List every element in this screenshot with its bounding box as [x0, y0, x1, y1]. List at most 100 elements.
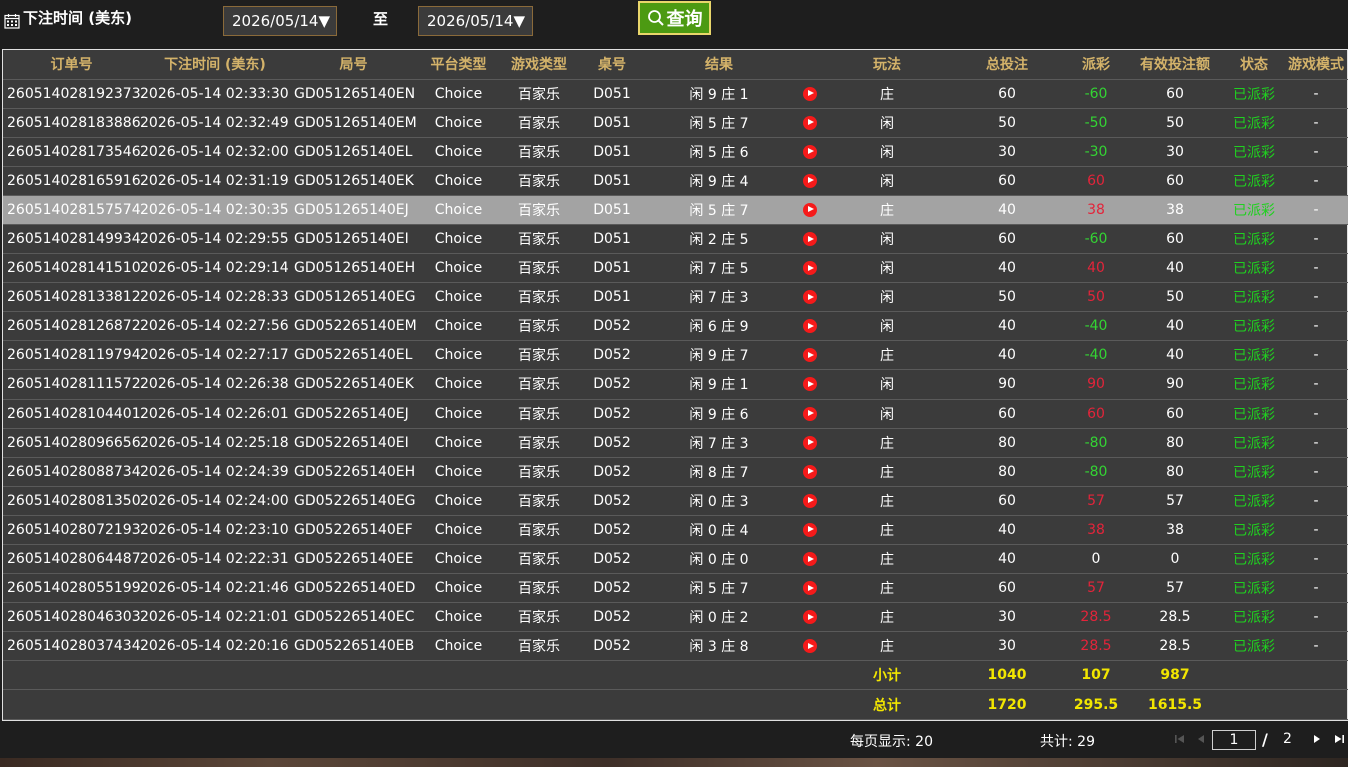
platform-cell: Choice: [417, 457, 500, 487]
bet-type-cell: 庄: [827, 573, 947, 604]
bet-type-cell: 庄: [827, 340, 947, 371]
page-number-input[interactable]: [1212, 730, 1256, 750]
table-row[interactable]: 260514028119794 2026-05-14 02:27:17 GD0522…: [3, 340, 1348, 371]
play-replay-icon[interactable]: [802, 144, 817, 159]
table-row[interactable]: 260514028096656 2026-05-14 02:25:18 GD0522…: [3, 428, 1348, 458]
empty-cell: [646, 660, 792, 691]
table-row[interactable]: 260514028055199 2026-05-14 02:21:46 GD0522…: [3, 573, 1348, 604]
play-replay-icon[interactable]: [802, 261, 817, 276]
play-replay-icon[interactable]: [802, 86, 817, 101]
first-page-icon[interactable]: [1174, 733, 1186, 745]
play-replay-icon[interactable]: [802, 377, 817, 392]
table-row[interactable]: 260514028133812 2026-05-14 02:28:33 GD0512…: [3, 282, 1348, 313]
table-id-cell: D051: [578, 166, 646, 196]
play-replay-icon[interactable]: [802, 232, 817, 247]
result-cell: 闲 0 庄 2: [646, 602, 792, 633]
play-replay-icon[interactable]: [802, 202, 817, 217]
total-bet-cell: 50: [947, 282, 1067, 313]
result-cell: 闲 9 庄 1: [646, 369, 792, 400]
summary-valid-bet: 987: [1125, 660, 1225, 691]
bet-type-cell: 闲: [827, 311, 947, 342]
play-replay-icon[interactable]: [802, 639, 817, 654]
play-replay-icon[interactable]: [802, 552, 817, 567]
bet-time-cell: 2026-05-14 02:27:56: [140, 311, 290, 342]
status-cell: 已派彩: [1225, 195, 1283, 225]
table-row[interactable]: 260514028088734 2026-05-14 02:24:39 GD0522…: [3, 457, 1348, 487]
table-id-cell: D052: [578, 486, 646, 516]
table-row[interactable]: 260514028046303 2026-05-14 02:21:01 GD0522…: [3, 602, 1348, 633]
table-row[interactable]: 260514028126872 2026-05-14 02:27:56 GD0522…: [3, 311, 1348, 342]
platform-cell: Choice: [417, 631, 500, 662]
replay-cell: [792, 282, 827, 313]
bet-time-cell: 2026-05-14 02:29:14: [140, 253, 290, 284]
empty-cell: [1283, 660, 1348, 691]
table-row[interactable]: 260514028104401 2026-05-14 02:26:01 GD0522…: [3, 399, 1348, 429]
column-header: 派彩: [1067, 50, 1125, 80]
table-row[interactable]: 260514028141510 2026-05-14 02:29:14 GD0512…: [3, 253, 1348, 284]
play-replay-icon[interactable]: [802, 581, 817, 596]
status-cell: 已派彩: [1225, 399, 1283, 429]
valid-bet-cell: 0: [1125, 544, 1225, 575]
play-replay-icon[interactable]: [802, 406, 817, 421]
table-id-cell: D052: [578, 399, 646, 429]
table-row[interactable]: 260514028037434 2026-05-14 02:20:16 GD0522…: [3, 631, 1348, 662]
play-replay-icon[interactable]: [802, 290, 817, 305]
bet-time-cell: 2026-05-14 02:32:00: [140, 137, 290, 167]
bet-type-cell: 庄: [827, 544, 947, 575]
page-size-label[interactable]: 每页显示: 20: [850, 731, 933, 751]
table-row[interactable]: 260514028192373 2026-05-14 02:33:30 GD0512…: [3, 79, 1348, 109]
next-page-icon[interactable]: [1311, 733, 1323, 745]
prev-page-icon[interactable]: [1195, 733, 1207, 745]
play-replay-icon[interactable]: [802, 435, 817, 450]
table-id-cell: D052: [578, 544, 646, 575]
result-cell: 闲 9 庄 7: [646, 340, 792, 371]
play-replay-icon[interactable]: [802, 348, 817, 363]
last-page-icon[interactable]: [1334, 733, 1346, 745]
table-id-cell: D052: [578, 428, 646, 458]
valid-bet-cell: 60: [1125, 224, 1225, 255]
query-button[interactable]: 查询: [638, 1, 711, 35]
status-cell: 已派彩: [1225, 224, 1283, 255]
valid-bet-cell: 90: [1125, 369, 1225, 400]
bet-type-cell: 闲: [827, 108, 947, 138]
bet-time-cell: 2026-05-14 02:21:01: [140, 602, 290, 633]
result-cell: 闲 8 庄 7: [646, 457, 792, 487]
platform-cell: Choice: [417, 253, 500, 284]
table-row[interactable]: 260514028157574 2026-05-14 02:30:35 GD0512…: [3, 195, 1348, 225]
table-row[interactable]: 260514028173546 2026-05-14 02:32:00 GD0512…: [3, 137, 1348, 167]
round-id-cell: GD051265140EL: [290, 137, 417, 167]
platform-cell: Choice: [417, 137, 500, 167]
table-row[interactable]: 260514028149934 2026-05-14 02:29:55 GD0512…: [3, 224, 1348, 255]
table-row[interactable]: 260514028183886 2026-05-14 02:32:49 GD0512…: [3, 108, 1348, 138]
play-replay-icon[interactable]: [802, 115, 817, 130]
platform-cell: Choice: [417, 108, 500, 138]
table-row[interactable]: 260514028111572 2026-05-14 02:26:38 GD0522…: [3, 369, 1348, 400]
table-row[interactable]: 260514028081350 2026-05-14 02:24:00 GD0522…: [3, 486, 1348, 516]
platform-cell: Choice: [417, 515, 500, 546]
total-bet-cell: 40: [947, 544, 1067, 575]
empty-cell: [417, 689, 500, 720]
play-replay-icon[interactable]: [802, 522, 817, 537]
result-cell: 闲 5 庄 7: [646, 195, 792, 225]
table-row[interactable]: 260514028072193 2026-05-14 02:23:10 GD0522…: [3, 515, 1348, 546]
total-bet-cell: 30: [947, 631, 1067, 662]
platform-cell: Choice: [417, 282, 500, 313]
play-replay-icon[interactable]: [802, 610, 817, 625]
pagination-bar: 每页显示: 20 共计: 29 / 2: [0, 722, 1348, 758]
table-row[interactable]: 260514028064487 2026-05-14 02:22:31 GD0522…: [3, 544, 1348, 575]
game-mode-cell: -: [1283, 369, 1348, 400]
play-replay-icon[interactable]: [802, 493, 817, 508]
play-replay-icon[interactable]: [802, 173, 817, 188]
date-from-select[interactable]: 2026/05/14▼: [223, 6, 337, 36]
game-type-cell: 百家乐: [500, 602, 578, 633]
empty-cell: [417, 660, 500, 691]
bet-time-cell: 2026-05-14 02:22:31: [140, 544, 290, 575]
valid-bet-cell: 38: [1125, 515, 1225, 546]
table-row[interactable]: 260514028165916 2026-05-14 02:31:19 GD0512…: [3, 166, 1348, 196]
play-replay-icon[interactable]: [802, 464, 817, 479]
play-replay-icon[interactable]: [802, 319, 817, 334]
payout-cell: 0: [1067, 544, 1125, 575]
date-to-select[interactable]: 2026/05/14▼: [418, 6, 533, 36]
filter-label: 下注时间 (美东): [23, 9, 132, 27]
status-cell: 已派彩: [1225, 573, 1283, 604]
